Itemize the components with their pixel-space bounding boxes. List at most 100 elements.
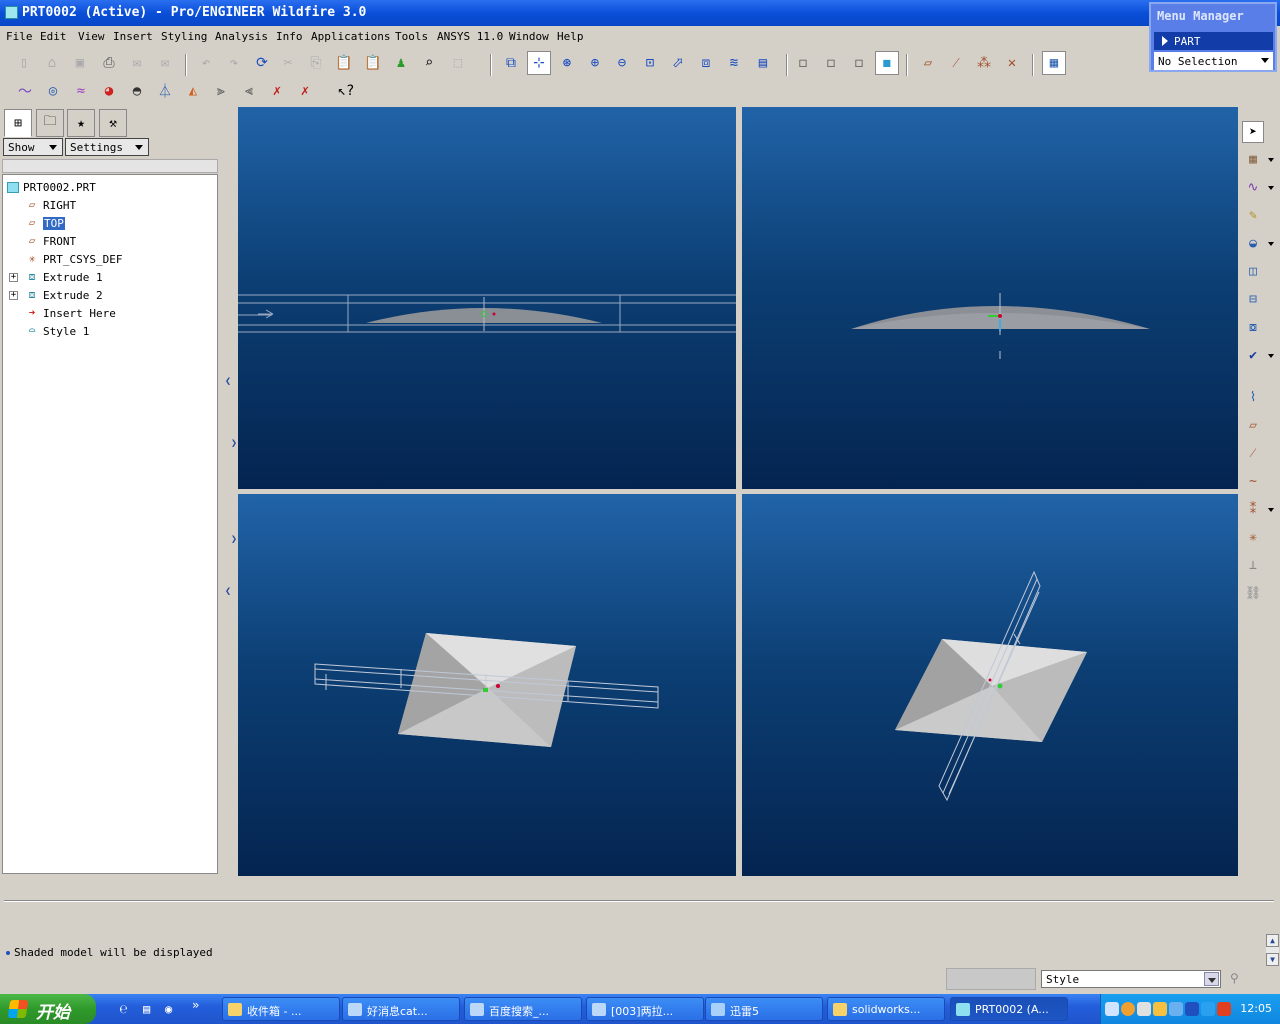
select-arrow-icon[interactable]: ➤: [1242, 121, 1264, 143]
task-solidworks-folder[interactable]: solidworks...: [827, 997, 945, 1021]
keyboard-icon[interactable]: [1105, 1002, 1119, 1016]
gauss-color-icon[interactable]: ◕: [97, 79, 121, 103]
chevron-down-icon[interactable]: [1204, 972, 1219, 986]
style-curve-icon[interactable]: 〜: [13, 79, 37, 103]
find-icon[interactable]: ⌕: [417, 51, 441, 75]
qq-icon[interactable]: [1121, 1002, 1135, 1016]
csys-toggle-icon[interactable]: ✕: [1000, 51, 1024, 75]
whats-this-help-icon[interactable]: ↖?: [334, 79, 358, 103]
more-quicklaunch-icon[interactable]: »: [192, 998, 199, 1012]
redo-icon[interactable]: ↷: [222, 51, 246, 75]
analysis-tool-icon[interactable]: ⊥: [1242, 554, 1264, 576]
datum-curve-tool-icon[interactable]: ∼: [1242, 470, 1264, 492]
menu-help[interactable]: Help: [557, 30, 584, 43]
menu-info[interactable]: Info: [276, 30, 303, 43]
connect-icon[interactable]: ⧇: [1242, 316, 1264, 338]
surface-icon[interactable]: ◒: [1242, 232, 1264, 254]
viewport-right[interactable]: [742, 107, 1238, 489]
menu-ansys[interactable]: ANSYS 11.0: [437, 30, 503, 43]
antivirus-icon[interactable]: [1217, 1002, 1231, 1016]
datum-planes-toggle-icon[interactable]: ▱: [916, 51, 940, 75]
open-folder-icon[interactable]: ⌂: [40, 51, 64, 75]
favorites-tab[interactable]: ★: [67, 109, 95, 137]
menu-styling[interactable]: Styling: [161, 30, 207, 43]
shield-icon[interactable]: [1137, 1002, 1151, 1016]
datum-points-toggle-icon[interactable]: ⁂: [972, 51, 996, 75]
context-help-toolbar-icon[interactable]: ▦: [1042, 51, 1066, 75]
boundary-surface-icon[interactable]: ◫: [1242, 260, 1264, 282]
chevron-right-icon[interactable]: ❯: [231, 438, 237, 449]
chevron-down-icon[interactable]: [1268, 508, 1274, 512]
reorient-icon[interactable]: ⬀: [666, 51, 690, 75]
style-curve-tool-icon[interactable]: ⌇: [1242, 386, 1264, 408]
menu-applications[interactable]: Applications: [311, 30, 390, 43]
datum-axis-tool-icon[interactable]: ⁄: [1242, 442, 1264, 464]
shading-icon[interactable]: ◼: [875, 51, 899, 75]
surface-analysis-icon[interactable]: ◎: [41, 79, 65, 103]
email-link-icon[interactable]: ✉: [153, 51, 177, 75]
task-inbox[interactable]: 收件箱 - ...: [222, 997, 340, 1021]
view-manager-icon[interactable]: ▤: [751, 51, 775, 75]
message-scrollbar[interactable]: ▲ ▼: [1266, 934, 1279, 966]
task-baidu[interactable]: 百度搜索_...: [464, 997, 582, 1021]
done-check-icon[interactable]: ✔: [1242, 344, 1264, 366]
menu-analysis[interactable]: Analysis: [215, 30, 268, 43]
scroll-down-icon[interactable]: ▼: [1266, 953, 1279, 966]
datum-plane-tool-icon[interactable]: ▱: [1242, 414, 1264, 436]
menu-file[interactable]: File: [6, 30, 33, 43]
menu-insert[interactable]: Insert: [113, 30, 153, 43]
task-003[interactable]: [003]两拉...: [586, 997, 704, 1021]
menu-window[interactable]: Window: [509, 30, 549, 43]
panel-splitter[interactable]: ❮ ❯ ❯ ❮: [222, 106, 237, 876]
model-tree-tab[interactable]: ⊞: [4, 109, 32, 137]
copy-icon[interactable]: ⎘: [304, 51, 328, 75]
zoom-out-icon[interactable]: ⊖: [610, 51, 634, 75]
spin-center-icon[interactable]: ⊹: [527, 51, 551, 75]
task-news[interactable]: 好消息cat...: [342, 997, 460, 1021]
browser-tray-icon[interactable]: [1153, 1002, 1167, 1016]
no-hidden-icon[interactable]: ◻: [847, 51, 871, 75]
network-icon[interactable]: [1169, 1002, 1183, 1016]
acrobat-icon[interactable]: ▤: [143, 1002, 150, 1016]
connections-tab[interactable]: ⚒: [99, 109, 127, 137]
refit-icon[interactable]: ⊡: [638, 51, 662, 75]
curvature-icon[interactable]: ≈: [69, 79, 93, 103]
hidden-line-icon[interactable]: ◻: [819, 51, 843, 75]
chain-icon[interactable]: ⛓: [1242, 582, 1264, 604]
expand-icon[interactable]: +: [9, 273, 18, 282]
chevron-down-icon[interactable]: [1268, 158, 1274, 162]
paste-icon[interactable]: 📋: [332, 51, 356, 75]
reflection-icon[interactable]: ◓: [125, 79, 149, 103]
redraw-icon[interactable]: ⧉: [499, 51, 523, 75]
tree-item-insert-here[interactable]: ➔ Insert Here: [25, 304, 116, 322]
clock[interactable]: 12:05: [1240, 1002, 1272, 1015]
zoom-in-icon[interactable]: ⊕: [583, 51, 607, 75]
section-icon[interactable]: ⫸: [209, 79, 233, 103]
chevron-down-icon[interactable]: [1268, 354, 1274, 358]
settings-button[interactable]: Settings: [65, 138, 149, 156]
ie-icon[interactable]: ℮: [120, 1002, 127, 1016]
select-box-icon[interactable]: ⬚: [446, 51, 470, 75]
resize-grip-icon[interactable]: ⚲: [1230, 971, 1239, 985]
chevron-down-icon[interactable]: [1268, 242, 1274, 246]
chevron-left-icon[interactable]: ❮: [225, 586, 231, 597]
regenerate-icon[interactable]: ⟳: [250, 51, 274, 75]
browser-icon[interactable]: ◉: [165, 1002, 172, 1016]
print-icon[interactable]: ⎙: [97, 51, 121, 75]
viewport-iso-1[interactable]: [238, 494, 736, 876]
tree-item-extrude-1[interactable]: ⧈ Extrude 1: [25, 268, 103, 286]
folder-browser-tab[interactable]: 🗀: [36, 109, 64, 137]
speaker-icon[interactable]: [1201, 1002, 1215, 1016]
trim-icon[interactable]: ⊟: [1242, 288, 1264, 310]
delete-all-icon[interactable]: ✗: [293, 79, 317, 103]
selection-filter-dropdown[interactable]: Style: [1041, 970, 1221, 988]
start-button[interactable]: 开始: [0, 994, 96, 1024]
menu-tools[interactable]: Tools: [395, 30, 428, 43]
viewport-iso-2[interactable]: [742, 494, 1238, 876]
model-player-icon[interactable]: ♟: [389, 51, 413, 75]
datum-axes-toggle-icon[interactable]: ⁄: [944, 51, 968, 75]
task-xunlei[interactable]: 迅雷5: [705, 997, 823, 1021]
viewport-front[interactable]: [238, 107, 736, 489]
tree-item-extrude-2[interactable]: ⧈ Extrude 2: [25, 286, 103, 304]
tree-item-part[interactable]: PRT0002.PRT: [7, 178, 96, 196]
